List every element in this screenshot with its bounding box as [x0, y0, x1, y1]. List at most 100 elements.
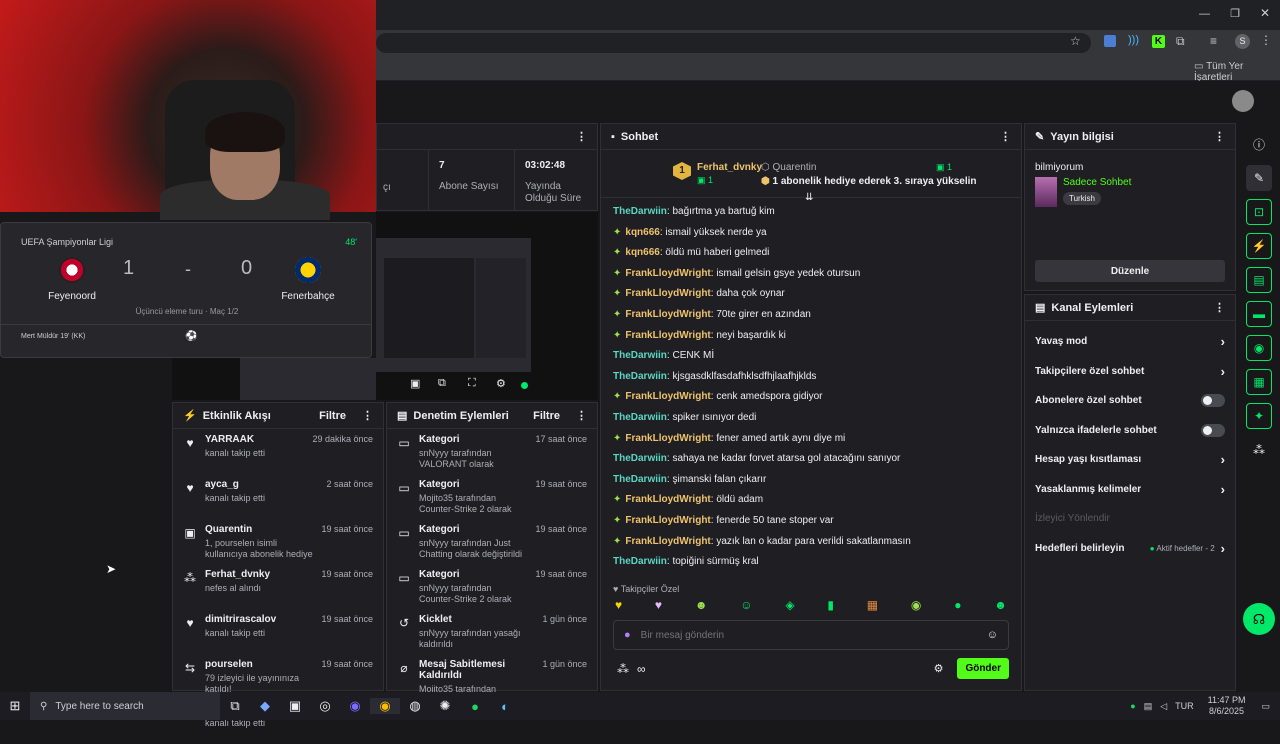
channel-action-row[interactable]: Yavaş mod › [1025, 327, 1235, 357]
language-tag[interactable]: Turkish [1063, 192, 1101, 205]
task-view-icon[interactable]: ⧉ [220, 698, 250, 714]
broadcast-icon[interactable]: ◉ [1246, 335, 1272, 361]
emote-ball-icon[interactable]: ◉ [911, 598, 921, 612]
activity-filter-button[interactable]: Filtre [319, 410, 346, 422]
audio-icon[interactable]: ))) [1128, 34, 1139, 46]
feed-item[interactable]: ▭ Kategori snNyyy tarafından Just Chatting… [387, 519, 597, 564]
stream-preview[interactable]: ▶ ▶ ⊘ ▣ ⧉ ⛶ ⚙ [261, 212, 598, 400]
app-icon[interactable]: ◍ [400, 698, 430, 714]
pencil-icon[interactable]: ✎ [1246, 165, 1272, 191]
scan-icon[interactable]: ⊡ [1246, 199, 1272, 225]
chat-username[interactable]: kqn666 [625, 227, 659, 238]
modlog-filter-button[interactable]: Filtre [533, 410, 560, 422]
feed-item[interactable]: ▣ Quarentin 1, pourselen isimli kullanıcıy… [173, 519, 383, 564]
chat-username[interactable]: kqn666 [625, 247, 659, 258]
infinity-icon[interactable]: ∞ [637, 662, 646, 676]
chat-username[interactable]: FrankLloydWright [625, 433, 710, 444]
translate-icon[interactable] [1104, 35, 1116, 47]
chat-username[interactable]: FrankLloydWright [625, 268, 710, 279]
chat-input[interactable] [640, 629, 977, 641]
support-icon[interactable]: ☊ [1243, 603, 1275, 635]
taskbar-search[interactable]: ⚲ Type here to search [30, 692, 220, 720]
more-icon[interactable]: ⋮ [576, 130, 587, 143]
discord-icon[interactable]: ◉ [340, 698, 370, 714]
chat-username[interactable]: TheDarwiin [613, 556, 667, 567]
info-circle-icon[interactable]: ⓘ [1246, 131, 1272, 157]
apps-icon[interactable]: ⁂ [1246, 437, 1272, 463]
restore-icon[interactable]: ❐ [1230, 7, 1240, 20]
chat-username[interactable]: TheDarwiin [613, 474, 667, 485]
top-gifter-name[interactable]: Ferhat_dvnky [697, 162, 762, 173]
feed-item[interactable]: ♥ dimitrirascalov kanalı takip etti 19 saat… [173, 609, 383, 654]
category-thumbnail[interactable] [1035, 177, 1057, 207]
chat-username[interactable]: TheDarwiin [613, 453, 667, 464]
settings-icon[interactable]: ⚙ [496, 377, 506, 390]
send-button[interactable]: Gönder [957, 658, 1009, 679]
chat-username[interactable]: FrankLloydWright [625, 536, 710, 547]
mic-icon[interactable]: ● [624, 629, 631, 641]
fullscreen-icon[interactable]: ⛶ [468, 377, 476, 390]
emote-bubble-icon[interactable]: ● [954, 598, 961, 612]
emote-smile-icon[interactable]: ☻ [994, 598, 1007, 612]
feed-item[interactable]: ⁂ Ferhat_dvnky nefes al alındı 19 saat önce [173, 564, 383, 609]
channel-action-row[interactable]: Yalnızca ifadelerle sohbet [1025, 416, 1235, 446]
steelseries-icon[interactable]: ✺ [430, 698, 460, 714]
edit-button[interactable]: Düzenle [1035, 260, 1225, 282]
channel-action-row[interactable]: Abonelere özel sohbet [1025, 386, 1235, 416]
menu-icon[interactable]: ⋮ [1260, 33, 1272, 47]
lightning-icon[interactable]: ⚡ [1246, 233, 1272, 259]
emoji-icon[interactable]: ☺ [987, 629, 998, 641]
chrome-icon[interactable]: ◉ [370, 698, 400, 714]
channel-action-row[interactable]: Hedefleri belirleyin ● Aktif hedefler - 2… [1025, 534, 1235, 564]
more-icon[interactable]: ⋮ [1214, 130, 1225, 143]
emote-cat-icon[interactable]: ☺ [740, 598, 752, 612]
windows-start-icon[interactable]: ⊞ [0, 698, 30, 714]
feed-item[interactable]: ▭ Kategori snNyyy tarafından VALORANT olar… [387, 429, 597, 474]
emote-box-icon[interactable]: ▦ [867, 598, 878, 612]
toggle-switch[interactable] [1201, 394, 1225, 408]
toggle-switch[interactable] [1201, 423, 1225, 437]
emote-face-icon[interactable]: ☻ [695, 598, 708, 612]
chat-username[interactable]: FrankLloydWright [625, 330, 710, 341]
media-icon[interactable]: ≡ [1210, 34, 1217, 48]
points-icon[interactable]: ⁂ [617, 662, 629, 676]
chat-input-box[interactable]: ● ☺ [613, 620, 1009, 650]
more-icon[interactable]: ⋮ [1000, 130, 1011, 143]
channel-action-row[interactable]: Yasaklanmış kelimeler › [1025, 475, 1235, 505]
close-icon[interactable]: ✕ [1260, 6, 1270, 20]
chat-username[interactable]: FrankLloydWright [625, 515, 710, 526]
chat-bubble-icon[interactable]: ▬ [1246, 301, 1272, 327]
star-icon[interactable]: ☆ [1070, 34, 1081, 48]
wrench-icon[interactable]: ✦ [1246, 403, 1272, 429]
emote-pink-heart-icon[interactable]: ♥ [655, 598, 662, 612]
chat-username[interactable]: FrankLloydWright [625, 391, 710, 402]
speaker-icon[interactable]: ◁ [1160, 701, 1167, 712]
feed-item[interactable]: ♥ YARRAAK kanalı takip etti 29 dakika önce [173, 429, 383, 474]
chat-settings-icon[interactable]: ⚙ [934, 662, 944, 675]
scroll-down-icon[interactable]: ⇊ [805, 192, 813, 203]
kick-extension-icon[interactable]: K [1152, 35, 1165, 48]
emote-yellow-heart-icon[interactable]: ♥ [615, 598, 622, 612]
tray-network-icon[interactable]: ▤ [1144, 701, 1153, 712]
more-icon[interactable]: ⋮ [1214, 301, 1225, 314]
feed-item[interactable]: ♥ ayca_g kanalı takip etti 2 saat önce [173, 474, 383, 519]
chat-username[interactable]: FrankLloydWright [625, 309, 710, 320]
minimize-icon[interactable]: — [1199, 8, 1210, 20]
category-link[interactable]: Sadece Sohbet [1063, 177, 1131, 188]
emote-cup-icon[interactable]: ▮ [827, 598, 834, 612]
more-icon[interactable]: ⋮ [362, 409, 373, 422]
document-icon[interactable]: ▤ [1246, 267, 1272, 293]
notification-icon[interactable]: ▭ [1261, 701, 1270, 712]
chat-username[interactable]: FrankLloydWright [625, 494, 710, 505]
feed-item[interactable]: ↺ Kicklet snNyyy tarafından yasağı kaldırı… [387, 609, 597, 654]
layout-icon[interactable]: ▦ [1246, 369, 1272, 395]
spotify-icon[interactable]: ● [460, 699, 490, 714]
pip-icon[interactable]: ⧉ [438, 377, 446, 390]
chat-username[interactable]: TheDarwiin [613, 371, 667, 382]
chat-username[interactable]: TheDarwiin [613, 350, 667, 361]
clip-icon[interactable]: ▣ [410, 377, 420, 390]
address-bar[interactable] [376, 33, 1091, 53]
channel-action-row[interactable]: Hesap yaşı kısıtlaması › [1025, 445, 1235, 475]
store-icon[interactable]: ▣ [280, 698, 310, 714]
copilot-icon[interactable]: ◆ [250, 698, 280, 714]
